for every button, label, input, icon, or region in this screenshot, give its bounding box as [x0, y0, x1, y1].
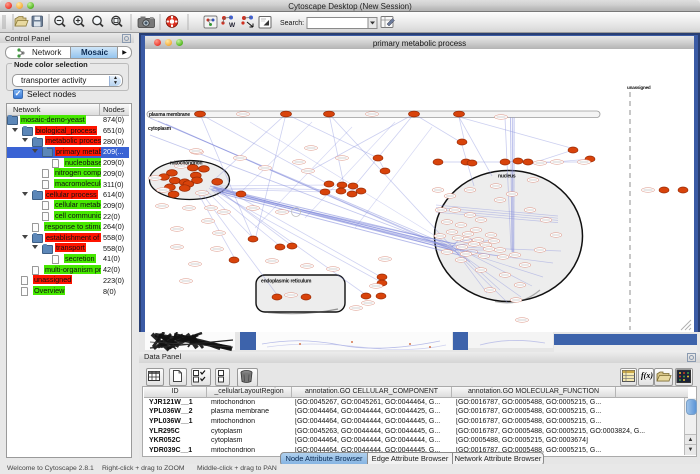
svg-text:mitochondrion: mitochondrion [170, 161, 203, 167]
svg-text:endoplasmic reticulum: endoplasmic reticulum [261, 279, 312, 285]
svg-text:plasma membrane: plasma membrane [149, 112, 190, 118]
svg-text:unassigned: unassigned [627, 85, 651, 90]
svg-text:W: W [229, 22, 236, 29]
svg-text:Search:: Search: [280, 20, 304, 27]
svg-text:cytoplasm: cytoplasm [148, 126, 172, 132]
svg-text:nucleus: nucleus [498, 174, 516, 180]
